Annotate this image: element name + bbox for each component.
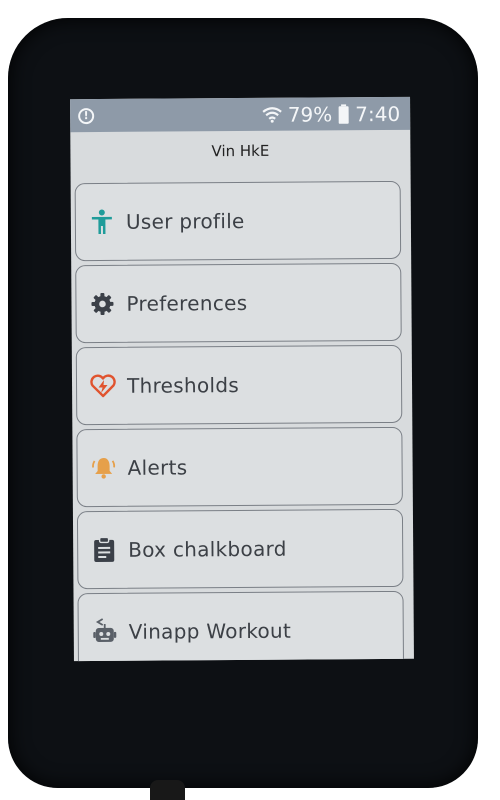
- menu-item-label: User profile: [125, 208, 245, 234]
- status-bar: ! 79% 7:40: [70, 96, 411, 133]
- menu-list: User profile Preferences Thresholds Aler…: [74, 180, 405, 662]
- bell-icon: [90, 454, 118, 482]
- menu-item-thresholds[interactable]: Thresholds: [75, 344, 403, 426]
- menu-item-box-chalkboard[interactable]: Box chalkboard: [76, 508, 404, 590]
- menu-item-alerts[interactable]: Alerts: [76, 426, 403, 508]
- status-right: 79% 7:40: [262, 101, 401, 127]
- device-name: Vin HkE: [211, 141, 270, 161]
- alert-circle-icon: !: [78, 107, 95, 124]
- battery-percentage: 79%: [287, 101, 333, 127]
- menu-item-label: Thresholds: [126, 373, 240, 398]
- gear-icon: [88, 290, 116, 318]
- screen: ! 79% 7:40 Vin HkE User profile Preferen…: [70, 96, 414, 662]
- menu-item-label: Alerts: [127, 455, 188, 480]
- menu-item-preferences[interactable]: Preferences: [75, 262, 402, 344]
- menu-item-user-profile[interactable]: User profile: [74, 180, 402, 262]
- heart-bolt-icon: [89, 372, 117, 400]
- person-icon: [88, 208, 116, 236]
- battery-icon: [338, 103, 349, 124]
- menu-item-label: Box chalkboard: [128, 536, 287, 562]
- menu-item-label: Vinapp Workout: [128, 618, 292, 644]
- menu-item-label: Preferences: [126, 290, 248, 316]
- clock: 7:40: [355, 101, 401, 126]
- cable: [150, 780, 185, 800]
- robot-icon: [91, 618, 119, 646]
- menu-item-vinapp-workout[interactable]: Vinapp Workout: [77, 590, 405, 662]
- wifi-icon: [262, 106, 282, 123]
- clipboard-icon: [90, 536, 118, 564]
